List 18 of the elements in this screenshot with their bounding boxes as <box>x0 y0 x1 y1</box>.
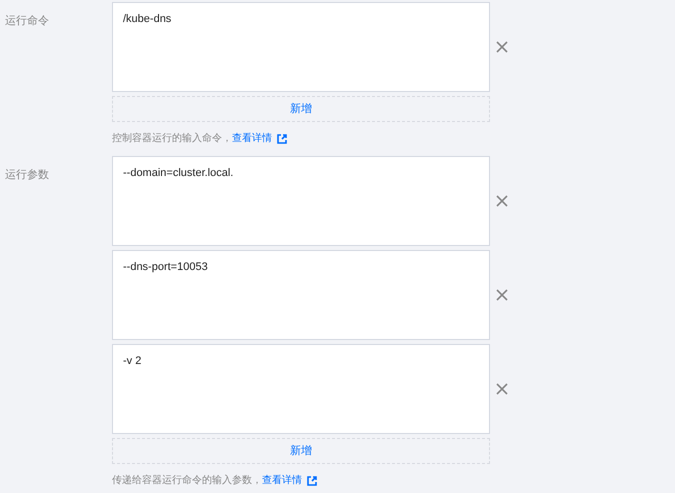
text-area[interactable]: --dns-port=10053 <box>112 250 490 340</box>
field-label: 运行参数 <box>5 169 49 181</box>
close-icon[interactable] <box>496 195 508 207</box>
add-button[interactable]: 新增 <box>112 96 490 122</box>
text-area[interactable]: /kube-dns <box>112 2 490 92</box>
help-text: 传递给容器运行命令的输入参数， <box>112 474 262 488</box>
details-link[interactable]: 查看详情 <box>262 473 302 488</box>
close-icon[interactable] <box>496 41 508 53</box>
help-text: 控制容器运行的输入命令， <box>112 132 232 146</box>
close-icon[interactable] <box>496 289 508 301</box>
external-link-icon <box>307 476 317 486</box>
close-icon[interactable] <box>496 383 508 395</box>
details-link[interactable]: 查看详情 <box>232 131 272 146</box>
field-label: 运行命令 <box>5 15 49 27</box>
text-area[interactable]: -v 2 <box>112 344 490 434</box>
text-area[interactable]: --domain=cluster.local. <box>112 156 490 246</box>
add-button[interactable]: 新增 <box>112 438 490 464</box>
external-link-icon <box>277 134 287 144</box>
